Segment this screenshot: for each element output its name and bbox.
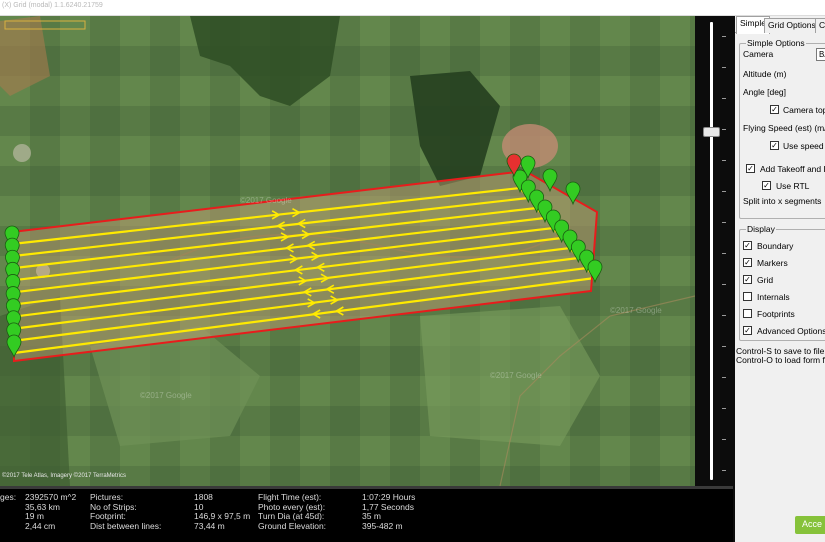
map-watermark: ©2017 Google bbox=[140, 391, 192, 400]
use-speed-label: Use speed f bbox=[783, 141, 825, 151]
zoom-panel bbox=[695, 16, 733, 486]
stats-col2-labels: Pictures: No of Strips: Footprint: Dist bet… bbox=[90, 492, 162, 531]
zoom-tick bbox=[722, 129, 726, 130]
zoom-tick bbox=[722, 222, 726, 223]
zoom-tick bbox=[722, 346, 726, 347]
takeoff-land-label: Add Takeoff and L bbox=[760, 164, 825, 174]
internals-label: Internals bbox=[757, 292, 790, 302]
altitude-label: Altitude (m) bbox=[743, 69, 787, 79]
zoom-tick bbox=[722, 315, 726, 316]
split-segments-label: Split into x segments bbox=[743, 196, 822, 206]
zoom-slider-track[interactable] bbox=[710, 22, 713, 480]
map-watermark: ©2017 Google bbox=[490, 371, 542, 380]
window-title: (X) Grid (modal) 1.1.6240.21759 bbox=[2, 2, 103, 9]
advanced-options-label: Advanced Options bbox=[757, 326, 825, 336]
grid-checkbox[interactable]: ✓ bbox=[743, 275, 752, 284]
boundary-label: Boundary bbox=[757, 241, 794, 251]
stats-col1-values: 2392570 m^2 35,63 km 19 m 2,44 cm bbox=[25, 492, 76, 531]
boundary-checkbox[interactable]: ✓ bbox=[743, 241, 752, 250]
use-speed-checkbox[interactable]: ✓ bbox=[770, 141, 779, 150]
stats-col2-values: 1808 10 146,9 x 97,5 m 73,44 m bbox=[194, 492, 250, 531]
zoom-tick bbox=[722, 377, 726, 378]
tab-strip: Simple Grid Options Ca bbox=[735, 16, 825, 34]
grid-options-panel: Simple Grid Options Ca Simple Options Ca… bbox=[735, 16, 825, 542]
use-rtl-label: Use RTL bbox=[776, 181, 810, 191]
camera-label: Camera bbox=[743, 49, 774, 59]
use-rtl-checkbox[interactable]: ✓ bbox=[762, 181, 771, 190]
gsd-value: 2,44 cm bbox=[25, 520, 56, 531]
display-group: Display ✓ Boundary ✓ Markers ✓ Grid Inte… bbox=[739, 224, 825, 341]
simple-options-group: Simple Options Camera BA Altitude (m) An… bbox=[739, 38, 825, 219]
footprints-checkbox[interactable] bbox=[743, 309, 752, 318]
stats-col3-values: 1:07:29 Hours 1,77 Seconds 35 m 395-482 … bbox=[362, 492, 415, 531]
zoom-tick bbox=[722, 98, 726, 99]
flying-speed-label: Flying Speed (est) (m/s) bbox=[743, 123, 825, 133]
window-title-bar: (X) Grid (modal) 1.1.6240.21759 bbox=[0, 0, 825, 16]
markers-label: Markers bbox=[757, 258, 788, 268]
zoom-slider-thumb[interactable] bbox=[703, 127, 720, 138]
zoom-tick bbox=[722, 253, 726, 254]
accept-button[interactable]: Acce bbox=[795, 516, 825, 534]
tab-camera[interactable]: Ca bbox=[815, 18, 825, 33]
takeoff-land-checkbox[interactable]: ✓ bbox=[746, 164, 755, 173]
zoom-tick bbox=[722, 36, 726, 37]
map-terrain-patch bbox=[13, 144, 31, 162]
tab-grid-options[interactable]: Grid Options bbox=[764, 18, 820, 33]
zoom-tick bbox=[722, 160, 726, 161]
satellite-map[interactable]: ©2017 Google ©2017 Google ©2017 Google ©… bbox=[0, 16, 695, 486]
map-canvas[interactable] bbox=[0, 16, 695, 486]
display-title: Display bbox=[746, 224, 776, 234]
zoom-tick bbox=[722, 191, 726, 192]
ground-elevation-value: 395-482 m bbox=[362, 520, 403, 531]
internals-checkbox[interactable] bbox=[743, 292, 752, 301]
simple-options-title: Simple Options bbox=[746, 38, 806, 48]
camera-select[interactable]: BA bbox=[816, 48, 825, 61]
map-watermark: ©2017 Google bbox=[240, 196, 292, 205]
footprints-label: Footprints bbox=[757, 309, 795, 319]
advanced-options-checkbox[interactable]: ✓ bbox=[743, 326, 752, 335]
zoom-tick bbox=[722, 284, 726, 285]
zoom-tick bbox=[722, 439, 726, 440]
zoom-tick bbox=[722, 67, 726, 68]
load-hint: Control-O to load form file bbox=[736, 355, 825, 365]
camera-top-label: Camera top bbox=[783, 105, 825, 115]
map-attribution: ©2017 Tele Atlas, Imagery ©2017 TerraMet… bbox=[2, 473, 127, 479]
zoom-tick bbox=[722, 408, 726, 409]
grid-label: Grid bbox=[757, 275, 774, 285]
angle-label: Angle [deg] bbox=[743, 87, 787, 97]
stats-panel: ges: 2392570 m^2 35,63 km 19 m 2,44 cm P… bbox=[0, 486, 733, 542]
stats-col1-labels: ges: bbox=[0, 492, 17, 502]
line-distance-value: 73,44 m bbox=[194, 520, 225, 531]
map-watermark: ©2017 Google bbox=[610, 306, 662, 315]
camera-top-checkbox[interactable]: ✓ bbox=[770, 105, 779, 114]
zoom-tick bbox=[722, 470, 726, 471]
markers-checkbox[interactable]: ✓ bbox=[743, 258, 752, 267]
stats-col3-labels: Flight Time (est): Photo every (est): Turn… bbox=[258, 492, 327, 531]
